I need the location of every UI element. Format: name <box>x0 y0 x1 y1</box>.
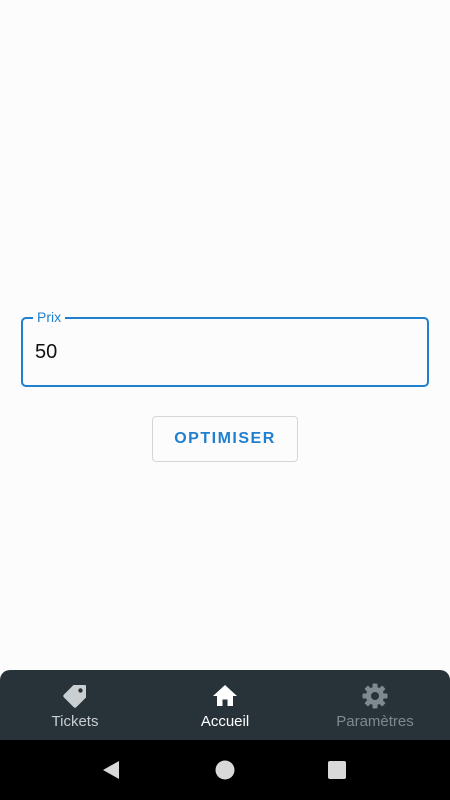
price-input[interactable] <box>35 319 415 385</box>
system-navigation-bar <box>0 740 450 800</box>
price-field[interactable]: Prix <box>21 308 429 387</box>
gear-icon <box>361 682 389 710</box>
home-icon <box>211 682 239 710</box>
bottom-navigation: Tickets Accueil Paramètres <box>0 670 450 740</box>
nav-label-parametres: Paramètres <box>336 713 414 730</box>
tag-icon <box>61 682 89 710</box>
nav-label-accueil: Accueil <box>200 713 250 730</box>
nav-item-accueil[interactable]: Accueil <box>150 670 300 740</box>
optimize-button[interactable]: OPTIMISER <box>152 416 298 462</box>
nav-item-tickets[interactable]: Tickets <box>0 670 150 740</box>
home-circle-icon[interactable] <box>213 758 237 782</box>
back-icon[interactable] <box>99 758 123 782</box>
nav-item-parametres[interactable]: Paramètres <box>300 670 450 740</box>
nav-label-tickets: Tickets <box>51 713 99 730</box>
main-content: Prix OPTIMISER <box>0 0 450 670</box>
recent-apps-icon[interactable] <box>325 758 349 782</box>
